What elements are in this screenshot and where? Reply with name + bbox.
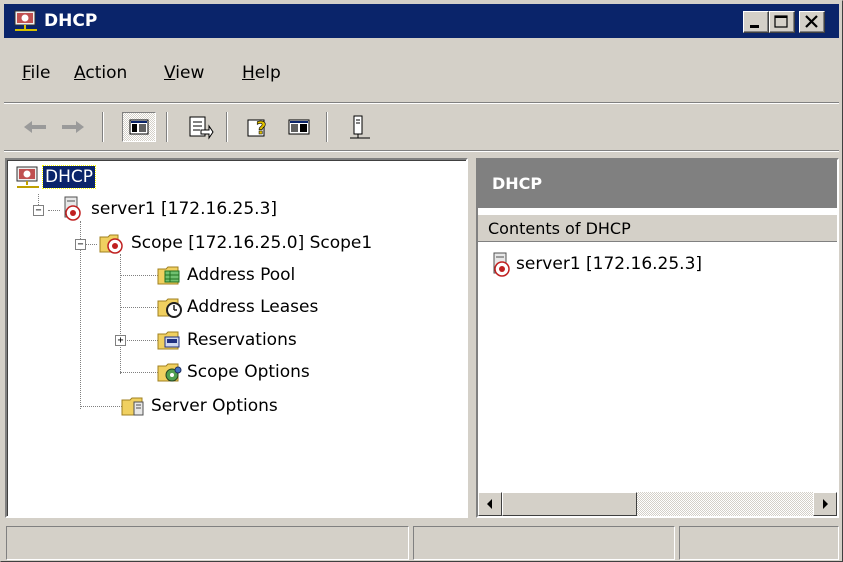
- tree-item-scope[interactable]: Scope [172.16.25.0] Scope1: [99, 230, 459, 258]
- scroll-left-button[interactable]: [478, 492, 502, 516]
- forward-button[interactable]: [56, 112, 90, 142]
- title-bar[interactable]: DHCP: [4, 4, 839, 38]
- toolbar-separator: [226, 112, 228, 142]
- export-list-icon: [189, 116, 214, 140]
- reservations-icon: [157, 331, 180, 350]
- help-icon: ?: [247, 118, 267, 139]
- svg-text:?: ?: [256, 118, 266, 139]
- tree-item-server1[interactable]: server1 [172.16.25.3]: [61, 196, 361, 224]
- column-header-label: Contents of DHCP: [488, 219, 631, 238]
- server-status-button[interactable]: [342, 112, 376, 142]
- status-pane-2: [413, 526, 675, 560]
- menu-file[interactable]: File: [22, 63, 50, 83]
- tree-item-reservations[interactable]: Reservations: [157, 327, 377, 355]
- tree-item-label: Scope Options: [187, 362, 310, 382]
- tree-line: [127, 340, 158, 342]
- menu-action[interactable]: Action: [74, 63, 127, 83]
- scroll-right-icon: [823, 499, 828, 509]
- minimize-button[interactable]: [743, 11, 769, 33]
- toolbar-separator: [326, 112, 328, 142]
- help-button[interactable]: ?: [242, 112, 276, 142]
- toolbar: ?: [4, 108, 839, 148]
- tree-item-label: Address Leases: [187, 297, 319, 317]
- scroll-left-icon: [487, 499, 492, 509]
- back-button[interactable]: [18, 112, 52, 142]
- toolbar-separator: [166, 112, 168, 142]
- dhcp-console-icon: [16, 166, 39, 188]
- tree-item-scope-options[interactable]: Scope Options: [157, 359, 377, 387]
- menu-bar: File Action View Help: [4, 63, 839, 89]
- address-pool-icon: [157, 266, 180, 285]
- expand-reservations-toggle[interactable]: +: [115, 335, 126, 346]
- dhcp-server-icon: [64, 196, 81, 221]
- collapse-scope-toggle[interactable]: −: [75, 239, 86, 250]
- tree-item-server-options[interactable]: Server Options: [121, 393, 341, 421]
- dhcp-server-icon: [493, 252, 510, 277]
- list-item-label: server1 [172.16.25.3]: [516, 254, 703, 274]
- scope-options-icon: [157, 363, 182, 382]
- column-header-contents[interactable]: Contents of DHCP: [478, 214, 837, 242]
- scope-folder-icon: [99, 234, 123, 254]
- tree-line: [85, 244, 97, 246]
- details-pane-header: DHCP: [478, 160, 837, 208]
- tree-item-label: Server Options: [151, 396, 278, 416]
- toolbar-separator: [102, 112, 104, 142]
- tree-line: [120, 372, 158, 374]
- menu-toolbar-divider: [4, 102, 839, 104]
- status-bar: [4, 526, 839, 560]
- details-pane[interactable]: DHCP Contents of DHCP server1 [172.16.25…: [476, 158, 839, 518]
- details-pane-title: DHCP: [492, 174, 543, 193]
- tree-item-dhcp-root[interactable]: DHCP: [15, 164, 155, 192]
- close-button[interactable]: [799, 11, 825, 33]
- toolbar-bottom-divider: [4, 150, 839, 152]
- tree-line: [120, 275, 158, 277]
- server-status-icon: [350, 115, 370, 139]
- tree-item-label: DHCP: [42, 165, 96, 189]
- collapse-server1-toggle[interactable]: −: [33, 205, 44, 216]
- tree-item-address-pool[interactable]: Address Pool: [157, 262, 377, 290]
- tree-line: [48, 210, 60, 212]
- window-title: DHCP: [44, 11, 98, 31]
- scroll-right-button[interactable]: [813, 492, 837, 516]
- server-options-icon: [121, 397, 144, 416]
- show-hide-tree-button[interactable]: [122, 112, 156, 142]
- minimize-icon: [750, 25, 759, 28]
- tree-line: [120, 307, 158, 309]
- menu-view[interactable]: View: [164, 63, 204, 83]
- tree-item-label: Scope [172.16.25.0] Scope1: [131, 233, 373, 253]
- maximize-button[interactable]: [769, 11, 795, 33]
- forward-arrow-icon: [62, 121, 84, 133]
- show-hide-action-pane-button[interactable]: [282, 112, 316, 142]
- menu-help[interactable]: Help: [242, 63, 281, 83]
- close-icon: [805, 15, 818, 28]
- status-pane-1: [6, 526, 409, 560]
- tree-item-label: Address Pool: [187, 265, 296, 285]
- tree-item-address-leases[interactable]: Address Leases: [157, 294, 377, 322]
- dhcp-window: DHCP File Action View Help ? DHCP − serv…: [0, 0, 843, 562]
- console-tree[interactable]: DHCP − server1 [172.16.25.3] − Scope [17…: [5, 158, 468, 518]
- maximize-icon: [774, 15, 788, 28]
- tree-line: [120, 254, 122, 374]
- show-hide-action-pane-icon: [288, 119, 310, 135]
- scrollbar-thumb[interactable]: [502, 492, 637, 516]
- tree-item-label: Reservations: [187, 330, 297, 350]
- tree-item-label: server1 [172.16.25.3]: [91, 199, 278, 219]
- address-leases-icon: [157, 298, 182, 318]
- horizontal-scrollbar[interactable]: [478, 492, 837, 516]
- export-list-button[interactable]: [182, 112, 216, 142]
- back-arrow-icon: [24, 121, 46, 133]
- dhcp-console-icon[interactable]: [13, 10, 39, 36]
- tree-line: [80, 406, 122, 408]
- status-pane-3: [679, 526, 839, 560]
- show-hide-tree-icon: [129, 119, 149, 135]
